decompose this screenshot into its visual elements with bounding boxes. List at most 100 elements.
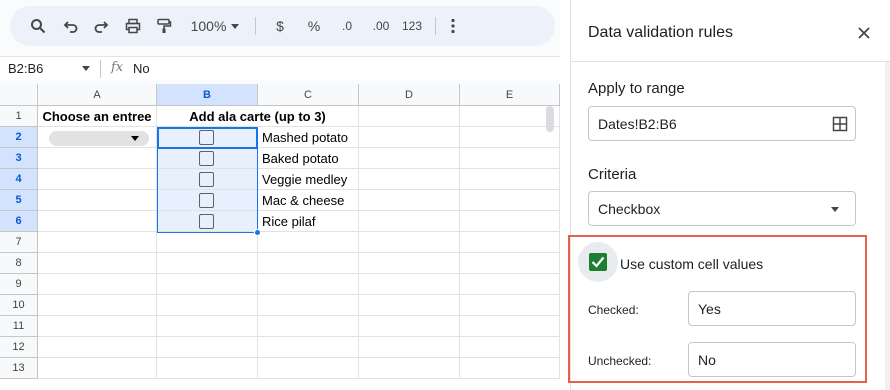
- empty-cell[interactable]: [359, 358, 460, 379]
- criteria-select[interactable]: Checkbox: [588, 191, 856, 226]
- cell-C4[interactable]: Veggie medley: [258, 169, 359, 190]
- empty-cell[interactable]: [38, 232, 157, 253]
- row-header[interactable]: 10: [0, 295, 38, 316]
- empty-cell[interactable]: [157, 295, 258, 316]
- empty-cell[interactable]: [359, 169, 460, 190]
- empty-cell[interactable]: [359, 106, 460, 127]
- empty-cell[interactable]: [258, 337, 359, 358]
- empty-cell[interactable]: [157, 232, 258, 253]
- empty-cell[interactable]: [359, 211, 460, 232]
- unchecked-value-input[interactable]: No: [688, 342, 856, 377]
- name-box[interactable]: B2:B6: [8, 61, 43, 76]
- empty-cell[interactable]: [359, 253, 460, 274]
- empty-cell[interactable]: [359, 232, 460, 253]
- cell-A3[interactable]: [38, 148, 157, 169]
- select-all-corner[interactable]: [0, 84, 38, 106]
- empty-cell[interactable]: [460, 295, 560, 316]
- empty-cell[interactable]: [157, 253, 258, 274]
- empty-cell[interactable]: [359, 295, 460, 316]
- empty-cell[interactable]: [460, 190, 560, 211]
- cell-B4[interactable]: [157, 169, 258, 190]
- close-icon[interactable]: [857, 26, 871, 40]
- empty-cell[interactable]: [258, 358, 359, 379]
- formula-input[interactable]: No: [133, 61, 150, 76]
- cell-A4[interactable]: [38, 169, 157, 190]
- empty-cell[interactable]: [359, 274, 460, 295]
- row-header[interactable]: 5: [0, 190, 38, 211]
- cell-B2[interactable]: [157, 127, 258, 148]
- empty-cell[interactable]: [359, 148, 460, 169]
- row-header[interactable]: 1: [0, 106, 38, 127]
- empty-cell[interactable]: [38, 337, 157, 358]
- vertical-scrollbar[interactable]: [546, 106, 554, 132]
- dropdown-chip[interactable]: [49, 131, 149, 146]
- empty-cell[interactable]: [38, 295, 157, 316]
- empty-cell[interactable]: [460, 148, 560, 169]
- print-icon[interactable]: [122, 15, 144, 37]
- zoom-select[interactable]: 100%: [190, 15, 240, 37]
- more-vert-icon[interactable]: [446, 15, 460, 37]
- cell-A6[interactable]: [38, 211, 157, 232]
- empty-cell[interactable]: [38, 316, 157, 337]
- cell-B1[interactable]: Add ala carte (up to 3): [157, 106, 359, 127]
- empty-cell[interactable]: [157, 316, 258, 337]
- checkbox[interactable]: [199, 130, 214, 145]
- checkbox[interactable]: [199, 193, 214, 208]
- empty-cell[interactable]: [157, 337, 258, 358]
- cell-B5[interactable]: [157, 190, 258, 211]
- empty-cell[interactable]: [359, 337, 460, 358]
- range-input[interactable]: Dates!B2:B6: [588, 106, 856, 141]
- empty-cell[interactable]: [38, 253, 157, 274]
- empty-cell[interactable]: [460, 169, 560, 190]
- empty-cell[interactable]: [38, 274, 157, 295]
- row-header[interactable]: 9: [0, 274, 38, 295]
- cell-C2[interactable]: Mashed potato: [258, 127, 359, 148]
- column-header[interactable]: D: [359, 84, 460, 106]
- cell-C3[interactable]: Baked potato: [258, 148, 359, 169]
- checkbox[interactable]: [199, 172, 214, 187]
- sheet-grid[interactable]: A B C D E 1 2 3 4 5 6 7 8 9 10 11 12 13 …: [0, 84, 560, 390]
- redo-icon[interactable]: [90, 15, 112, 37]
- empty-cell[interactable]: [258, 316, 359, 337]
- empty-cell[interactable]: [157, 274, 258, 295]
- empty-cell[interactable]: [460, 316, 560, 337]
- paint-format-icon[interactable]: [153, 15, 175, 37]
- checked-value-input[interactable]: Yes: [688, 291, 856, 326]
- empty-cell[interactable]: [258, 295, 359, 316]
- empty-cell[interactable]: [460, 127, 560, 148]
- empty-cell[interactable]: [460, 232, 560, 253]
- checkbox[interactable]: [199, 151, 214, 166]
- empty-cell[interactable]: [258, 253, 359, 274]
- empty-cell[interactable]: [460, 274, 560, 295]
- increase-decimal-button[interactable]: .00: [366, 15, 396, 37]
- fill-handle[interactable]: [254, 229, 261, 236]
- column-header[interactable]: A: [38, 84, 157, 106]
- empty-cell[interactable]: [460, 337, 560, 358]
- row-header[interactable]: 4: [0, 169, 38, 190]
- grid-select-icon[interactable]: [832, 116, 848, 132]
- row-header[interactable]: 12: [0, 337, 38, 358]
- cell-A5[interactable]: [38, 190, 157, 211]
- column-header[interactable]: C: [258, 84, 359, 106]
- undo-icon[interactable]: [60, 15, 82, 37]
- search-icon[interactable]: [27, 15, 49, 37]
- empty-cell[interactable]: [157, 358, 258, 379]
- cell-C5[interactable]: Mac & cheese: [258, 190, 359, 211]
- currency-button[interactable]: $: [270, 15, 290, 37]
- more-formats-button[interactable]: 123: [400, 15, 424, 37]
- row-header[interactable]: 6: [0, 211, 38, 232]
- row-header[interactable]: 3: [0, 148, 38, 169]
- row-header[interactable]: 7: [0, 232, 38, 253]
- cell-B6[interactable]: [157, 211, 258, 232]
- empty-cell[interactable]: [258, 274, 359, 295]
- checkbox[interactable]: [199, 214, 214, 229]
- decrease-decimal-button[interactable]: .0: [334, 15, 360, 37]
- empty-cell[interactable]: [460, 211, 560, 232]
- column-header[interactable]: B: [157, 84, 258, 106]
- empty-cell[interactable]: [460, 253, 560, 274]
- panel-scrollbar[interactable]: [885, 62, 890, 390]
- empty-cell[interactable]: [359, 316, 460, 337]
- percent-button[interactable]: %: [304, 15, 324, 37]
- empty-cell[interactable]: [460, 358, 560, 379]
- cell-B3[interactable]: [157, 148, 258, 169]
